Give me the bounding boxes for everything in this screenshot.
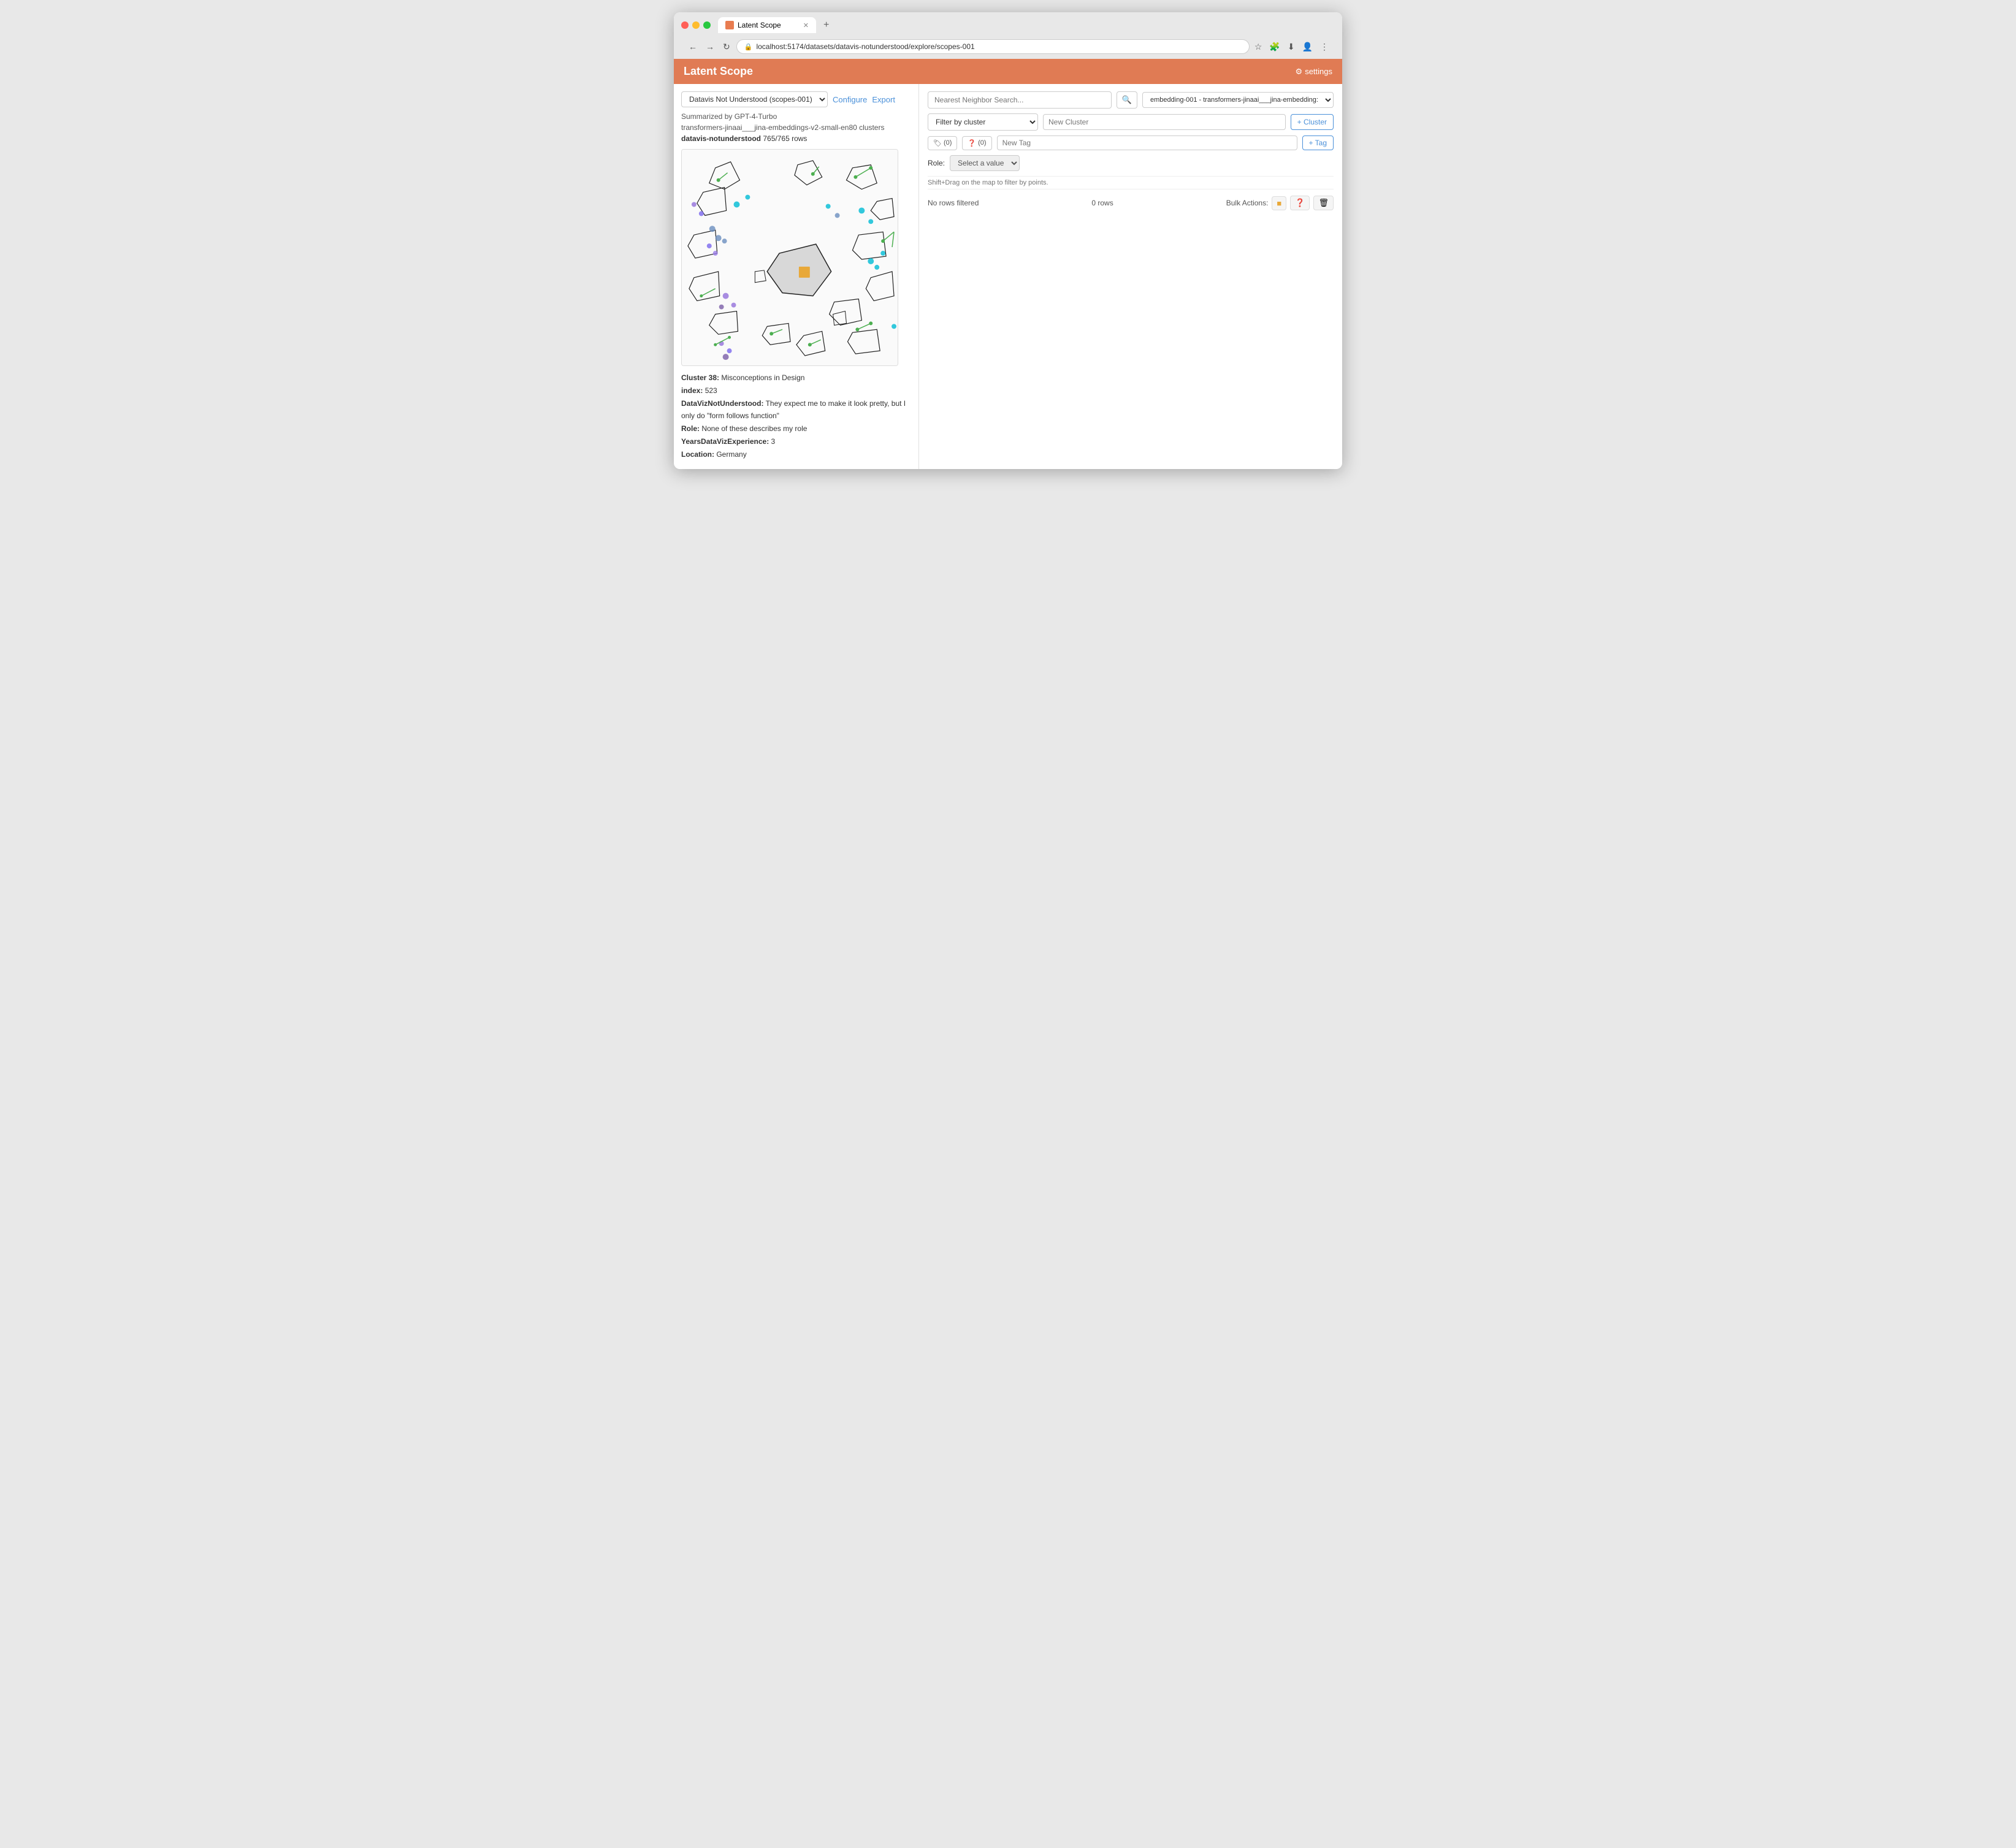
bulk-delete-icon: 🗑 bbox=[1318, 198, 1329, 207]
results-row: No rows filtered 0 rows Bulk Actions: ■ … bbox=[928, 196, 1334, 210]
role-row: Role: Select a value bbox=[928, 155, 1334, 171]
index-value: 523 bbox=[705, 386, 717, 395]
app-body: Datavis Not Understood (scopes-001) Conf… bbox=[674, 84, 1342, 469]
cluster-label: Cluster 38: bbox=[681, 373, 719, 382]
tab-favicon bbox=[725, 21, 734, 29]
tag-icon-2: ❓ bbox=[968, 139, 976, 147]
dataviz-row: DataVizNotUnderstood: They expect me to … bbox=[681, 398, 911, 421]
new-cluster-button[interactable]: + Cluster bbox=[1291, 114, 1334, 130]
address-bar[interactable]: 🔒 localhost:5174/datasets/datavis-notund… bbox=[736, 39, 1250, 54]
bulk-actions: Bulk Actions: ■ ❓ 🗑 bbox=[1226, 196, 1334, 210]
location-row: Location: Germany bbox=[681, 449, 911, 460]
dataviz-label: DataVizNotUnderstood: bbox=[681, 399, 763, 408]
refresh-button[interactable]: ↻ bbox=[720, 40, 733, 53]
lock-icon: 🔒 bbox=[744, 43, 753, 51]
profile-icon[interactable]: 👤 bbox=[1301, 40, 1314, 53]
bookmark-icon[interactable]: ☆ bbox=[1253, 40, 1264, 53]
minimize-btn[interactable] bbox=[692, 21, 700, 29]
bulk-question-icon: ❓ bbox=[1295, 198, 1305, 207]
role-value: None of these describes my role bbox=[701, 424, 807, 433]
no-rows-filtered: No rows filtered bbox=[928, 199, 979, 207]
search-row: 🔍 embedding-001 - transformers-jinaai___… bbox=[928, 91, 1334, 109]
dataset-name: datavis-notunderstood bbox=[681, 134, 761, 143]
bulk-btn-delete[interactable]: 🗑 bbox=[1313, 196, 1334, 210]
back-button[interactable]: ← bbox=[686, 40, 700, 53]
dataset-name-row: datavis-notunderstood 765/765 rows bbox=[681, 134, 911, 143]
tag-filter-btn-1[interactable]: 🏷 (0) bbox=[928, 136, 957, 150]
close-btn[interactable] bbox=[681, 21, 689, 29]
new-tab-button[interactable]: + bbox=[819, 17, 834, 33]
download-icon[interactable]: ⬇ bbox=[1286, 40, 1296, 53]
years-label: YearsDataVizExperience: bbox=[681, 437, 769, 446]
rows-info: 765/765 rows bbox=[763, 134, 807, 143]
window-controls bbox=[681, 21, 711, 29]
settings-icon: ⚙ bbox=[1296, 67, 1303, 77]
role-row: Role: None of these describes my role bbox=[681, 423, 911, 435]
tag-count-2: (0) bbox=[978, 139, 986, 147]
address-bar-row: ← → ↻ 🔒 localhost:5174/datasets/datavis-… bbox=[681, 37, 1335, 59]
new-tag-input[interactable] bbox=[997, 136, 1297, 150]
tag-icon-1: 🏷 bbox=[933, 139, 942, 147]
add-tag-button[interactable]: + Tag bbox=[1302, 136, 1334, 150]
summarized-by: Summarized by GPT-4-Turbo bbox=[681, 112, 911, 121]
role-label: Role: bbox=[681, 424, 700, 433]
search-button[interactable]: 🔍 bbox=[1117, 91, 1137, 109]
location-label: Location: bbox=[681, 450, 714, 459]
bulk-btn-orange[interactable]: ■ bbox=[1272, 196, 1286, 210]
right-panel: 🔍 embedding-001 - transformers-jinaai___… bbox=[919, 84, 1342, 469]
tab-bar: Latent Scope ✕ + bbox=[718, 17, 834, 33]
configure-link[interactable]: Configure bbox=[833, 95, 867, 104]
settings-link[interactable]: ⚙ settings bbox=[1296, 67, 1332, 77]
embedding-select[interactable]: embedding-001 - transformers-jinaai___ji… bbox=[1142, 92, 1334, 108]
menu-icon[interactable]: ⋮ bbox=[1319, 40, 1330, 53]
toolbar-icons: ☆ 🧩 ⬇ 👤 ⋮ bbox=[1253, 40, 1330, 53]
index-label: index: bbox=[681, 386, 703, 395]
maximize-btn[interactable] bbox=[703, 21, 711, 29]
years-row: YearsDataVizExperience: 3 bbox=[681, 436, 911, 448]
settings-label: settings bbox=[1305, 67, 1332, 76]
tag-row: 🏷 (0) ❓ (0) + Tag bbox=[928, 136, 1334, 150]
dataset-dropdown[interactable]: Datavis Not Understood (scopes-001) bbox=[681, 91, 828, 107]
rows-count: 0 rows bbox=[1091, 199, 1113, 207]
search-icon: 🔍 bbox=[1122, 95, 1132, 104]
cluster-row: Cluster 38: Misconceptions in Design bbox=[681, 372, 911, 384]
export-link[interactable]: Export bbox=[872, 95, 895, 104]
new-cluster-input[interactable] bbox=[1043, 114, 1286, 130]
forward-button[interactable]: → bbox=[703, 40, 717, 53]
filter-by-cluster-select[interactable]: Filter by cluster bbox=[928, 113, 1038, 131]
search-input[interactable] bbox=[928, 91, 1112, 109]
location-value: Germany bbox=[716, 450, 746, 459]
extensions-icon[interactable]: 🧩 bbox=[1268, 40, 1281, 53]
cluster-value: Misconceptions in Design bbox=[721, 373, 804, 382]
url-text: localhost:5174/datasets/datavis-notunder… bbox=[756, 42, 974, 51]
info-panel: Cluster 38: Misconceptions in Design ind… bbox=[681, 372, 911, 460]
tab-title: Latent Scope bbox=[738, 21, 781, 29]
scatter-plot[interactable] bbox=[681, 149, 898, 366]
hint-text: Shift+Drag on the map to filter by point… bbox=[928, 176, 1334, 189]
active-tab[interactable]: Latent Scope ✕ bbox=[718, 17, 816, 33]
role-select[interactable]: Select a value bbox=[950, 155, 1020, 171]
app-title: Latent Scope bbox=[684, 65, 753, 78]
bulk-btn-question[interactable]: ❓ bbox=[1290, 196, 1310, 210]
tag-filter-btn-2[interactable]: ❓ (0) bbox=[962, 136, 991, 150]
tag-count-1: (0) bbox=[944, 139, 952, 147]
years-value: 3 bbox=[771, 437, 776, 446]
filter-row: Filter by cluster + Cluster bbox=[928, 113, 1334, 131]
model-info: transformers-jinaai___jina-embeddings-v2… bbox=[681, 123, 911, 132]
role-label: Role: bbox=[928, 159, 945, 167]
index-row: index: 523 bbox=[681, 385, 911, 397]
app-header: Latent Scope ⚙ settings bbox=[674, 59, 1342, 84]
bulk-actions-label: Bulk Actions: bbox=[1226, 199, 1269, 207]
tab-close-icon[interactable]: ✕ bbox=[803, 21, 809, 29]
dataset-selector: Datavis Not Understood (scopes-001) Conf… bbox=[681, 91, 911, 107]
left-panel: Datavis Not Understood (scopes-001) Conf… bbox=[674, 84, 919, 469]
bulk-orange-icon: ■ bbox=[1277, 199, 1281, 208]
